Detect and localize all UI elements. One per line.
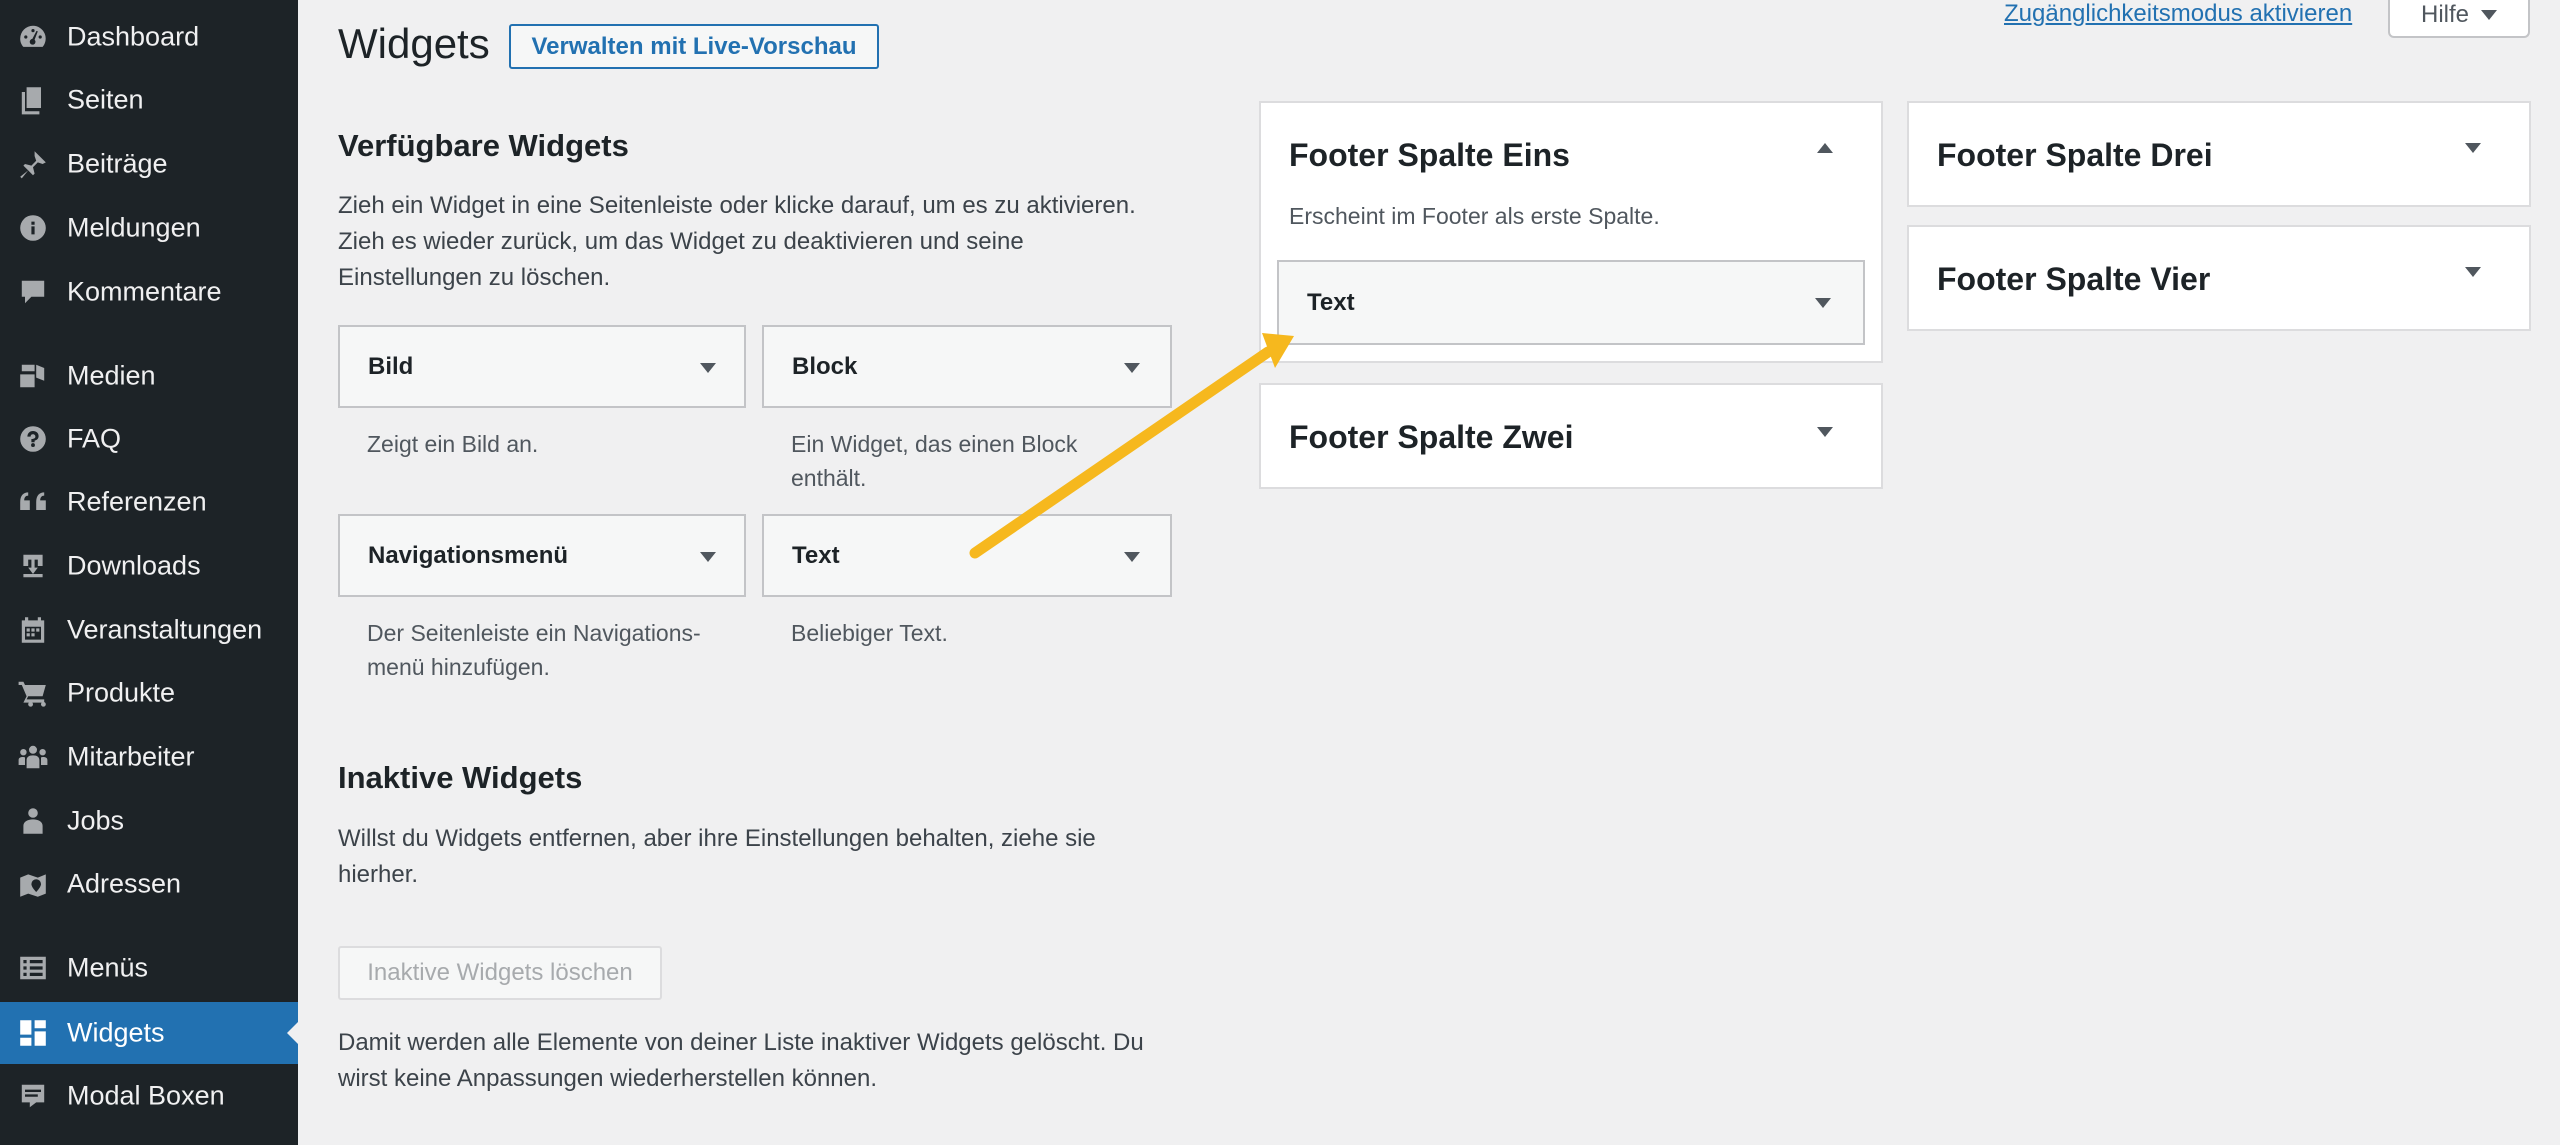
testimonial-icon [16,1079,50,1113]
sidebar-item-meldungen[interactable]: Meldungen [0,198,298,258]
sidebar-title: Footer Spalte Eins [1289,137,1570,173]
sidebar-footer-spalte-vier[interactable]: Footer Spalte Vier [1907,225,2531,331]
sidebar-item-label: Meldungen [67,212,201,243]
sidebar-item-label: Adressen [67,868,182,899]
sidebar-item-veranstaltungen[interactable]: Veranstaltungen [0,600,298,660]
widget-title: Text [792,541,840,569]
widget-text[interactable]: Text [762,514,1172,597]
question-icon [16,422,50,456]
sidebar-item-label: Veranstaltungen [67,614,263,645]
sidebar-item-label: Widgets [67,1017,165,1048]
chevron-down-icon[interactable] [1815,298,1831,308]
chevron-down-icon[interactable] [700,552,716,562]
sidebar-item-label: Mitarbeiter [67,741,195,772]
sidebar-title: Footer Spalte Zwei [1289,419,1574,455]
media-icon [16,359,50,393]
sidebar-item-jobs[interactable]: Jobs [0,791,298,851]
sidebar-item-label: Seiten [67,84,144,115]
sidebar-item-downloads[interactable]: Downloads [0,536,298,596]
comment-icon [16,275,50,309]
sidebar-description: Erscheint im Footer als erste Spalte. [1289,203,1660,229]
sidebar-item-label: Beiträge [67,148,168,179]
sidebar-item-label: Medien [67,360,156,391]
location-icon [16,867,50,901]
cart-icon [16,676,50,710]
businessperson-icon [16,804,50,838]
chevron-down-icon[interactable] [700,363,716,373]
sidebar-item-label: Modal Boxen [67,1080,225,1111]
accessibility-mode-link[interactable]: Zugänglichkeitsmodus aktivieren [2004,0,2352,28]
sidebar-item-faq[interactable]: FAQ [0,409,298,469]
sidebar-item-widgets[interactable]: Widgets [0,1002,298,1064]
widget-bild-description: Zeigt ein Bild an. [367,431,539,457]
widget-navigationsmenue[interactable]: Navigationsmenü [338,514,746,597]
admin-sidebar: Dashboard Seiten Beiträge Meldungen Komm… [0,0,298,1145]
sidebar-item-modal-boxen[interactable]: Modal Boxen [0,1066,298,1126]
sidebar-title: Footer Spalte Drei [1937,137,2213,173]
sidebar-item-mitarbeiter[interactable]: Mitarbeiter [0,727,298,787]
pin-icon [16,147,50,181]
available-widgets-description: Zieh ein Widget in eine Seitenleiste ode… [338,192,1136,291]
chevron-up-icon[interactable] [1817,143,1833,153]
chevron-down-icon[interactable] [2465,143,2481,153]
widget-block[interactable]: Block [762,325,1172,408]
sidebar-title: Footer Spalte Vier [1937,261,2211,297]
caret-down-icon [2481,10,2497,20]
sidebar-item-referenzen[interactable]: Referenzen [0,472,298,532]
sidebar-item-seiten[interactable]: Seiten [0,70,298,130]
chevron-down-icon[interactable] [1124,363,1140,373]
inactive-widgets-description: Willst du Widgets entfernen, aber ihre E… [338,825,1096,888]
page-title: Widgets [338,20,490,67]
sidebar-item-label: Produkte [67,677,176,708]
sidebar-footer-spalte-zwei[interactable]: Footer Spalte Zwei [1259,383,1883,489]
download-icon [16,549,50,583]
sidebar-item-produkte[interactable]: Produkte [0,663,298,723]
inactive-widgets-heading: Inaktive Widgets [338,760,583,795]
sidebar-item-next[interactable] [0,1130,298,1145]
widget-bild[interactable]: Bild [338,325,746,408]
sidebar-widget-text[interactable]: Text [1277,260,1865,345]
sidebar-footer-spalte-eins[interactable]: Footer Spalte Eins Erscheint im Footer a… [1259,101,1883,363]
info-icon [16,211,50,245]
sidebar-item-label: FAQ [67,423,122,454]
sidebar-item-dashboard[interactable]: Dashboard [0,7,298,67]
calendar-icon [16,613,50,647]
dashboard-icon [16,20,50,54]
chevron-down-icon[interactable] [1817,427,1833,437]
sidebar-footer-spalte-drei[interactable]: Footer Spalte Drei [1907,101,2531,207]
sidebar-item-label: Dashboard [67,21,200,52]
sidebar-item-label: Jobs [67,805,125,836]
chevron-down-icon[interactable] [1124,552,1140,562]
sidebar-item-medien[interactable]: Medien [0,346,298,406]
widget-title: Block [792,352,858,380]
widget-title: Bild [368,352,414,380]
sidebar-item-label: Menüs [67,952,149,983]
sidebar-item-label: Kommentare [67,276,222,307]
widget-block-description: Ein Widget, das einen Block enthält. [791,431,1078,491]
groups-icon [16,740,50,774]
sidebar-item-menues[interactable]: Menüs [0,938,298,998]
widget-text-description: Beliebiger Text. [791,620,948,646]
widget-navigationsmenue-description: Der Seitenleiste ein Navigations-menü hi… [367,620,701,680]
sidebar-item-label: Downloads [67,550,201,581]
sidebar-item-beitraege[interactable]: Beiträge [0,134,298,194]
sidebar-item-kommentare[interactable]: Kommentare [0,262,298,322]
widgets-icon [16,1016,50,1050]
sidebar-item-adressen[interactable]: Adressen [0,854,298,914]
available-widgets-heading: Verfügbare Widgets [338,128,629,163]
help-button[interactable]: Hilfe [2388,0,2530,38]
live-preview-button[interactable]: Verwalten mit Live-Vorschau [509,24,879,69]
pages-icon [16,83,50,117]
widget-title: Navigationsmenü [368,541,569,569]
list-icon [16,951,50,985]
widget-title: Text [1307,288,1355,316]
inactive-widgets-note: Damit werden alle Elemente von deiner Li… [338,1029,1144,1092]
chevron-down-icon[interactable] [2465,267,2481,277]
sidebar-item-label: Referenzen [67,486,207,517]
quote-icon [16,485,50,519]
help-button-label: Hilfe [2420,1,2469,28]
delete-inactive-widgets-button: Inaktive Widgets löschen [338,946,662,1000]
